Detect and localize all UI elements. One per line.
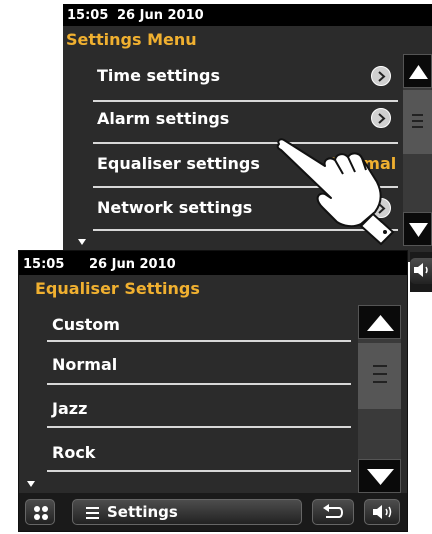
scroll-up-button[interactable]	[403, 54, 432, 88]
scroll-more-indicator	[27, 481, 35, 487]
home-button[interactable]	[25, 499, 55, 525]
equaliser-option-custom[interactable]: Custom	[52, 315, 120, 334]
settings-menu-label: Settings	[107, 503, 178, 521]
equaliser-option-rock[interactable]: Rock	[52, 443, 95, 462]
status-bar: 15:05 26 Jun 2010	[63, 4, 432, 26]
footer-toolbar: Settings	[19, 493, 407, 531]
scroll-up-arrow-icon	[409, 65, 428, 79]
menu-item-equaliser-settings[interactable]: Equaliser settings	[97, 154, 260, 173]
grid-icon	[34, 506, 48, 520]
list-icon	[86, 507, 99, 519]
page-title: Equaliser Settings	[35, 279, 200, 298]
menu-item-network-settings[interactable]: Network settings	[97, 198, 252, 217]
scroll-down-arrow-icon	[367, 469, 394, 485]
scroll-thumb[interactable]	[358, 343, 401, 409]
back-button[interactable]	[312, 499, 354, 525]
page-title: Settings Menu	[66, 30, 197, 49]
status-date: 26 Jun 2010	[89, 257, 176, 272]
scroll-more-indicator	[78, 239, 86, 245]
status-date: 26 Jun 2010	[117, 8, 204, 23]
volume-icon	[414, 263, 428, 277]
settings-menu-screen: 15:05 26 Jun 2010 Settings Menu Time set…	[63, 4, 432, 262]
chevron-right-icon[interactable]	[371, 66, 391, 86]
scroll-up-arrow-icon	[367, 315, 394, 331]
divider	[47, 383, 351, 385]
equaliser-option-jazz[interactable]: Jazz	[52, 399, 87, 418]
divider	[47, 470, 351, 472]
status-time: 15:05	[23, 257, 65, 272]
menu-item-time-settings[interactable]: Time settings	[97, 66, 220, 85]
settings-menu-button[interactable]: Settings	[72, 499, 302, 525]
volume-icon	[373, 505, 392, 519]
scroll-down-button[interactable]	[358, 459, 401, 493]
divider	[47, 426, 351, 428]
scrollbar[interactable]	[358, 305, 401, 493]
divider	[93, 100, 398, 102]
scroll-up-button[interactable]	[358, 305, 401, 339]
status-bar: 15:05 26 Jun 2010	[19, 251, 407, 275]
chevron-right-icon[interactable]	[371, 108, 391, 128]
divider	[47, 340, 351, 342]
back-icon	[323, 504, 343, 518]
pointing-hand-icon	[276, 138, 395, 246]
back-volume-button[interactable]	[410, 252, 432, 292]
menu-item-alarm-settings[interactable]: Alarm settings	[97, 109, 229, 128]
volume-button[interactable]	[364, 499, 400, 525]
status-time: 15:05	[67, 8, 109, 23]
equaliser-option-normal[interactable]: Normal	[52, 355, 117, 374]
equaliser-settings-screen: 15:05 26 Jun 2010 Equaliser Settings Cus…	[18, 250, 408, 532]
